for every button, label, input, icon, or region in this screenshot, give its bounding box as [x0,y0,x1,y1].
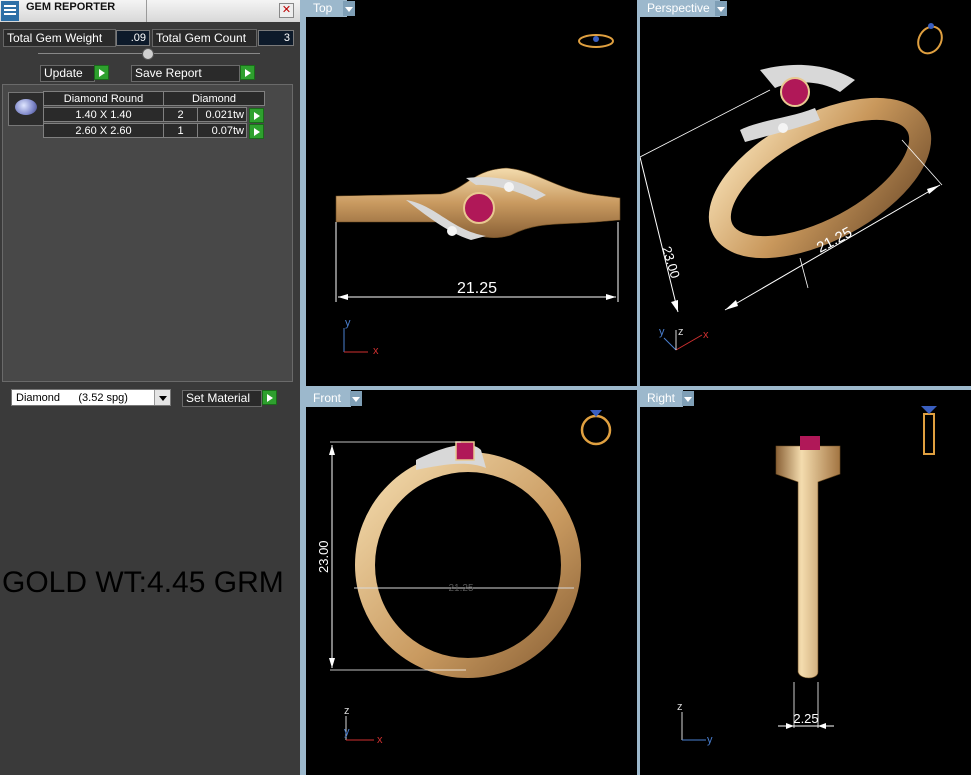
diamond-gem [778,123,788,133]
total-gem-weight-label: Total Gem Weight [3,29,116,47]
table-cell-weight: 0.021tw [197,107,247,122]
axis-x-label: x [373,345,379,357]
total-gem-weight-value: .09 [116,30,150,46]
axis-x-label: x [377,734,383,746]
material-select[interactable]: Diamond (3.52 spg) [11,389,171,406]
axis-z-label: z [678,326,684,338]
view-cube-ring-icon[interactable] [913,22,946,57]
axis-z-label: z [677,701,683,713]
axis-y-label: y [344,726,350,738]
ruby-gem [463,192,495,224]
dimension-label-width: 21.25 [448,583,473,594]
save-report-arrow-icon[interactable] [240,65,255,80]
dimension-arrow [671,300,678,312]
viewport-front[interactable]: Front 23.00 21.25 z y x [306,390,637,775]
app-icon [1,1,19,21]
perspective-view-drawing: 23.00 21.25 y z x [640,22,946,351]
slider-handle[interactable] [142,48,154,60]
table-cell-size: 2.60 X 2.60 [43,123,164,138]
row-select-arrow-icon[interactable] [249,124,264,139]
dimension-label: 2.25 [793,711,818,726]
axis-z-label: z [344,705,350,717]
table-header-material: Diamond [163,91,265,106]
view-cube-ring-icon[interactable] [578,34,614,48]
ring-shank-shape [775,445,841,679]
dimension-arrow [606,294,616,300]
table-cell-count: 1 [163,123,198,138]
table-cell-count: 2 [163,107,198,122]
axis-x-label: x [703,329,709,341]
chevron-down-icon[interactable] [154,390,170,405]
dimension-label: 21.25 [457,280,497,297]
dimension-extension [640,89,771,158]
table-cell-size: 1.40 X 1.40 [43,107,164,122]
gem-reporter-panel: GEM REPORTER ✕ Total Gem Weight .09 Tota… [0,0,300,775]
total-gem-count-value: 3 [258,30,294,46]
viewport-top[interactable]: Top 21.25 y x [306,0,637,386]
diamond-gem [504,182,514,192]
dimension-label-height: 23.00 [316,540,331,573]
dimension-arrow [725,300,738,310]
title-divider [146,0,147,22]
dimension-arrow [818,723,826,729]
save-report-button[interactable]: Save Report [131,65,240,82]
dimension-label-height: 23.00 [659,244,683,280]
viewport-perspective[interactable]: Perspective 23.00 21.25 y z x [640,0,971,386]
dimension-arrow [329,658,335,668]
title-bar: GEM REPORTER ✕ [0,0,300,22]
gold-weight-note: GOLD WT:4.45 GRM [2,566,284,599]
dimension-arrow [338,294,348,300]
axis-y-label: y [659,326,665,338]
update-button[interactable]: Update [40,65,95,82]
view-cube-ring-icon[interactable] [580,410,612,446]
total-gem-count-label: Total Gem Count [152,29,257,47]
set-material-button[interactable]: Set Material [182,390,262,407]
row-select-arrow-icon[interactable] [249,108,264,123]
diamond-gem [447,226,457,236]
diamond-gem-icon [8,92,44,126]
dimension-line [640,156,679,313]
app-title: GEM REPORTER [26,1,116,13]
ruby-gem [455,441,475,461]
right-view-drawing: 2.25 z y [677,406,937,746]
top-view-drawing: 21.25 y x [335,34,621,357]
front-view-drawing: 23.00 21.25 z y x [316,410,612,746]
view-cube-ring-icon[interactable] [921,406,937,455]
set-material-arrow-icon[interactable] [262,390,277,405]
dimension-arrow [329,445,335,455]
close-icon[interactable]: ✕ [279,3,294,18]
ruby-gem [780,77,810,107]
viewport-right[interactable]: Right 2.25 z y [640,390,971,775]
table-cell-weight: 0.07tw [197,123,247,138]
update-arrow-icon[interactable] [94,65,109,80]
material-select-value: Diamond (3.52 spg) [16,392,128,404]
axis-y-label: y [707,734,713,746]
axis-y-label: y [345,317,351,329]
ruby-gem [800,436,820,450]
axis-y-line [663,337,677,351]
table-header-shape: Diamond Round [43,91,164,106]
dimension-arrow [927,185,940,194]
ring-shank-shape [355,452,581,678]
